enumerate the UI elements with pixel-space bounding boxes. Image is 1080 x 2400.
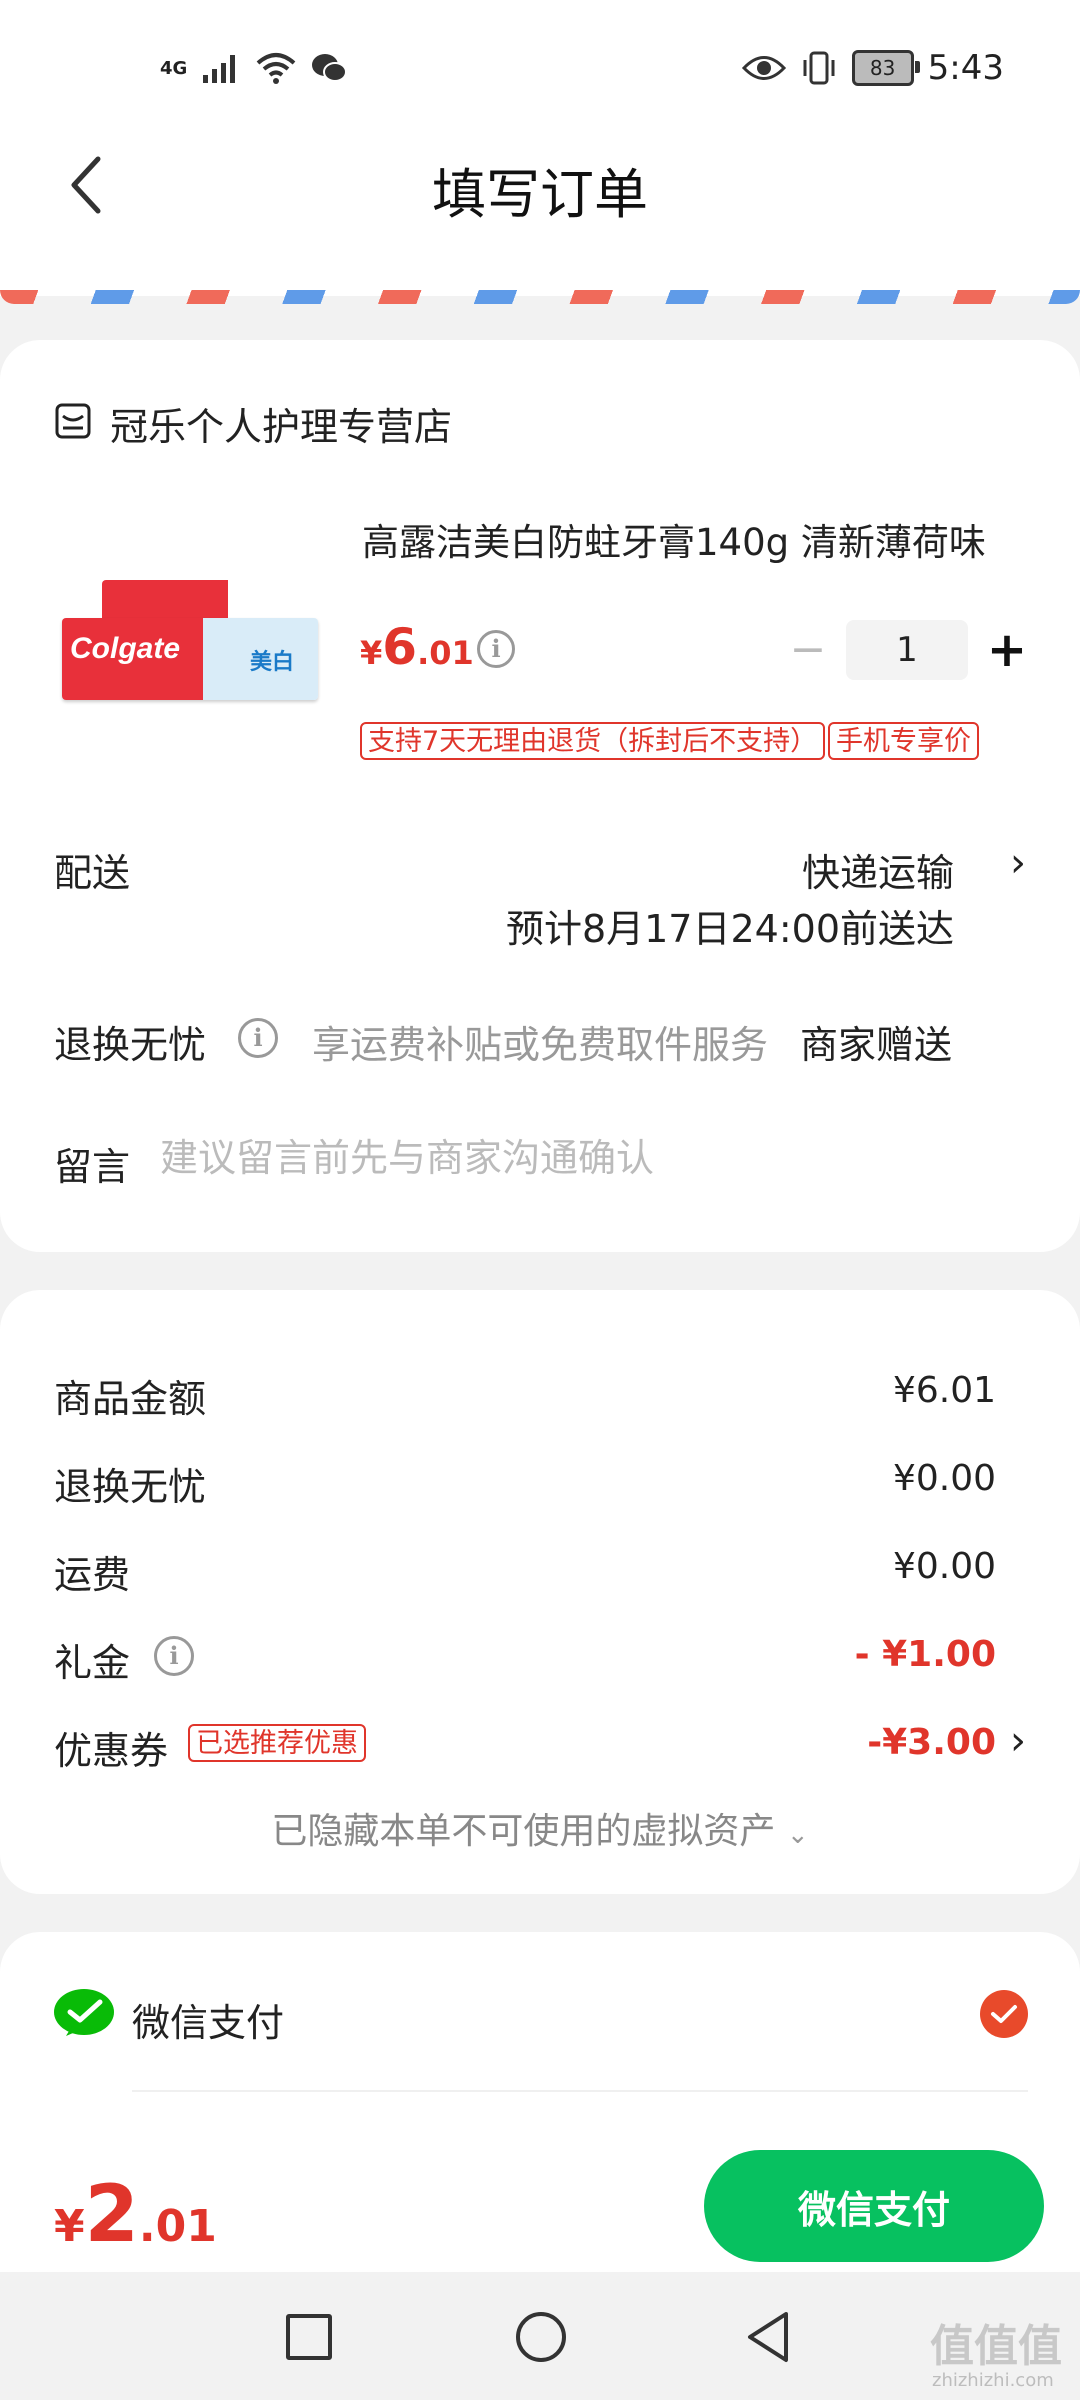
total-decimal: .01 xyxy=(138,2201,217,2252)
clock: 5:43 xyxy=(927,48,1004,88)
summary-value-gift: - ¥1.00 xyxy=(854,1634,996,1675)
price-decimal: .01 xyxy=(417,634,474,672)
status-bar-right: 83 5:43 xyxy=(741,44,1004,92)
wechat-pay-icon xyxy=(54,1989,114,2036)
watermark-logo: 值值值 xyxy=(930,2321,1062,2372)
gift-info-icon[interactable]: i xyxy=(154,1636,194,1676)
return-service-label: 退换无忧 xyxy=(54,1023,207,1067)
delivery-method[interactable]: 快递运输 xyxy=(802,842,954,897)
order-card xyxy=(0,340,1080,1252)
summary-value-goods: ¥6.01 xyxy=(892,1370,996,1411)
chevron-down-icon: ⌄ xyxy=(786,1820,809,1850)
quantity-decrease-button[interactable]: − xyxy=(786,628,830,672)
delivery-estimate: 预计8月17日24:00前送达 xyxy=(505,907,954,951)
delivery-label: 配送 xyxy=(54,851,131,895)
total-price: ¥2.01 xyxy=(54,2170,217,2260)
quantity-input[interactable]: 1 xyxy=(846,620,968,680)
home-button[interactable] xyxy=(516,2312,566,2362)
return-service-value: 商家赠送 xyxy=(800,1023,953,1067)
wifi-icon xyxy=(256,53,296,84)
page-title: 填写订单 xyxy=(432,163,648,226)
quantity-value: 1 xyxy=(896,630,918,670)
return-info-icon[interactable]: i xyxy=(238,1018,278,1058)
payment-method-label[interactable]: 微信支付 xyxy=(132,1992,284,2047)
hidden-assets-toggle[interactable]: 已隐藏本单不可使用的虚拟资产 ⌄ xyxy=(0,1802,1080,1854)
summary-label-return: 退换无忧 xyxy=(54,1465,207,1509)
plus-icon: + xyxy=(986,622,1028,678)
battery-level: 83 xyxy=(869,56,896,80)
summary-label-gift: 礼金 xyxy=(54,1641,131,1685)
message-label: 留言 xyxy=(54,1145,131,1189)
airmail-border xyxy=(0,290,1080,304)
delivery-chevron-icon[interactable]: › xyxy=(1010,840,1026,886)
summary-value-coupon[interactable]: -¥3.00 xyxy=(867,1722,996,1763)
status-bar-left: 4G xyxy=(160,48,348,88)
message-input[interactable] xyxy=(160,1130,1020,1186)
return-service-desc: 享运费补贴或免费取件服务 xyxy=(312,1023,769,1067)
total-integer: 2 xyxy=(84,2170,139,2260)
minus-icon: − xyxy=(789,624,827,675)
return-policy-tag: 支持7天无理由退货（拆封后不支持） xyxy=(360,722,826,760)
price-symbol: ¥ xyxy=(360,634,383,672)
signal-icon xyxy=(203,55,236,83)
battery-icon: 83 xyxy=(851,50,920,86)
quantity-increase-button[interactable]: + xyxy=(982,622,1032,678)
summary-value-return: ¥0.00 xyxy=(892,1458,996,1499)
watermark-url: zhizhizhi.com xyxy=(932,2370,1054,2391)
price-integer: 6 xyxy=(382,618,418,676)
summary-label-goods: 商品金额 xyxy=(54,1377,207,1421)
coupon-badge: 已选推荐优惠 xyxy=(188,1724,366,1762)
product-price: ¥6.01 xyxy=(360,618,474,676)
hidden-assets-text: 已隐藏本单不可使用的虚拟资产 xyxy=(271,1811,776,1852)
product-image[interactable]: Colgate 美白 xyxy=(62,580,318,700)
total-symbol: ¥ xyxy=(54,2201,85,2252)
mobile-price-tag: 手机专享价 xyxy=(828,722,979,760)
eye-icon xyxy=(741,56,786,80)
vibrate-icon xyxy=(803,51,835,85)
back-nav-button[interactable] xyxy=(744,2310,792,2364)
summary-label-coupon: 优惠券 xyxy=(54,1729,169,1773)
summary-label-shipping: 运费 xyxy=(54,1553,131,1597)
shop-icon xyxy=(55,403,91,439)
network-label: 4G xyxy=(160,57,188,79)
recent-apps-button[interactable] xyxy=(286,2314,332,2360)
product-name[interactable]: 高露洁美白防蛀牙膏140g 清新薄荷味 xyxy=(362,512,986,566)
payment-divider xyxy=(132,2090,1028,2092)
summary-value-shipping: ¥0.00 xyxy=(892,1546,996,1587)
pay-button[interactable]: 微信支付 xyxy=(704,2150,1044,2262)
product-badge-text: 美白 xyxy=(250,650,295,675)
coupon-chevron-icon[interactable]: › xyxy=(1010,1718,1026,1764)
product-brand-text: Colgate xyxy=(70,632,181,665)
shop-name[interactable]: 冠乐个人护理专营店 xyxy=(110,396,452,451)
payment-selected-check-icon[interactable] xyxy=(980,1990,1028,2038)
wechat-notify-icon xyxy=(312,54,348,82)
price-info-icon[interactable]: i xyxy=(477,630,515,668)
